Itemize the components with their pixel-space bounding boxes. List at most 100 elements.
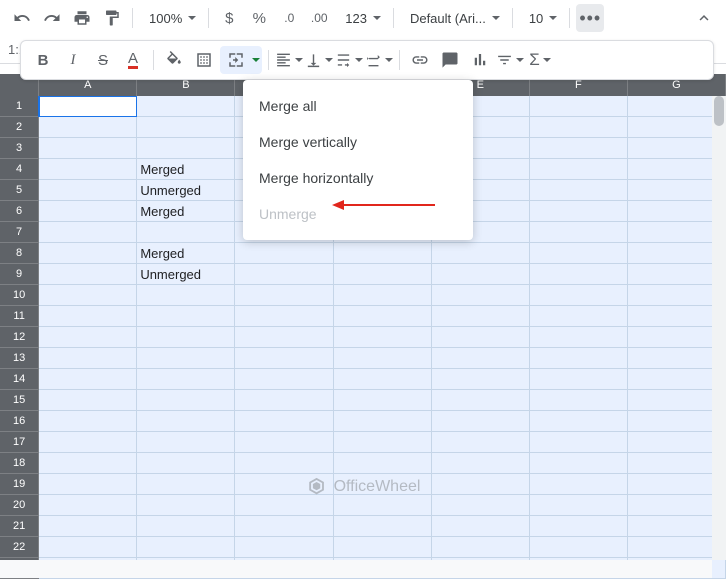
cell[interactable] [137, 537, 235, 558]
row-header[interactable]: 4 [0, 159, 39, 180]
font-size-combo[interactable]: 10 [519, 5, 563, 31]
cell[interactable] [530, 180, 628, 201]
cell[interactable] [39, 474, 137, 495]
cell[interactable] [39, 117, 137, 138]
row-header[interactable]: 10 [0, 285, 39, 306]
cell[interactable] [39, 222, 137, 243]
menu-item[interactable]: Merge horizontally [243, 160, 473, 196]
cell[interactable] [137, 453, 235, 474]
cell[interactable] [137, 348, 235, 369]
text-wrap-button[interactable] [335, 46, 363, 74]
zoom-combo[interactable]: 100% [139, 5, 202, 31]
row-header[interactable]: 5 [0, 180, 39, 201]
cell[interactable] [432, 516, 530, 537]
cell[interactable] [39, 390, 137, 411]
cell[interactable] [530, 348, 628, 369]
cell[interactable] [530, 432, 628, 453]
row-header[interactable]: 17 [0, 432, 39, 453]
cell[interactable] [432, 474, 530, 495]
row-header[interactable]: 16 [0, 411, 39, 432]
cell[interactable] [137, 474, 235, 495]
insert-comment-button[interactable] [436, 46, 464, 74]
horizontal-align-button[interactable] [275, 46, 303, 74]
cell[interactable] [432, 495, 530, 516]
cell[interactable] [235, 243, 333, 264]
cell[interactable]: Unmerged [137, 264, 235, 285]
cell[interactable] [530, 138, 628, 159]
row-header[interactable]: 11 [0, 306, 39, 327]
functions-button[interactable]: Σ [526, 46, 554, 74]
cell[interactable] [334, 264, 432, 285]
cell[interactable] [39, 96, 137, 117]
insert-chart-button[interactable] [466, 46, 494, 74]
cell[interactable] [334, 495, 432, 516]
row-header[interactable]: 19 [0, 474, 39, 495]
cell[interactable] [432, 537, 530, 558]
cell[interactable] [39, 516, 137, 537]
cell[interactable] [530, 306, 628, 327]
cell[interactable] [235, 516, 333, 537]
cell[interactable] [235, 369, 333, 390]
row-header[interactable]: 8 [0, 243, 39, 264]
increase-decimal-button[interactable]: .00 [305, 4, 333, 32]
cell[interactable] [432, 432, 530, 453]
cell[interactable] [530, 369, 628, 390]
text-color-button[interactable]: A [119, 46, 147, 74]
row-header[interactable]: 6 [0, 201, 39, 222]
cell[interactable] [432, 306, 530, 327]
merge-cells-button[interactable] [220, 46, 262, 74]
cell[interactable] [137, 138, 235, 159]
cell[interactable] [530, 474, 628, 495]
cell[interactable] [137, 96, 235, 117]
currency-button[interactable]: $ [215, 4, 243, 32]
cell[interactable] [235, 390, 333, 411]
cell[interactable] [530, 243, 628, 264]
cell[interactable] [235, 306, 333, 327]
cell[interactable] [432, 285, 530, 306]
cell[interactable] [530, 411, 628, 432]
cell[interactable] [137, 306, 235, 327]
borders-button[interactable] [190, 46, 218, 74]
cell[interactable] [39, 453, 137, 474]
undo-button[interactable] [8, 4, 36, 32]
cell[interactable] [235, 264, 333, 285]
cell[interactable] [39, 348, 137, 369]
fill-color-button[interactable] [160, 46, 188, 74]
cell[interactable] [432, 369, 530, 390]
cell[interactable] [39, 411, 137, 432]
row-header[interactable]: 2 [0, 117, 39, 138]
cell[interactable] [39, 285, 137, 306]
text-rotation-button[interactable] [365, 46, 393, 74]
cell[interactable] [137, 117, 235, 138]
cell[interactable] [530, 285, 628, 306]
cell[interactable] [137, 222, 235, 243]
cell[interactable] [235, 453, 333, 474]
scrollbar-thumb[interactable] [714, 96, 724, 126]
cell[interactable] [334, 285, 432, 306]
cell[interactable] [530, 453, 628, 474]
menu-item[interactable]: Merge all [243, 88, 473, 124]
cell[interactable] [235, 495, 333, 516]
cell[interactable] [137, 432, 235, 453]
cell[interactable] [334, 411, 432, 432]
cell[interactable] [530, 159, 628, 180]
cell[interactable]: Merged [137, 159, 235, 180]
cell[interactable] [39, 243, 137, 264]
cell[interactable] [334, 432, 432, 453]
cell[interactable] [235, 537, 333, 558]
cell[interactable] [39, 159, 137, 180]
horizontal-scrollbar[interactable] [0, 560, 712, 578]
cell[interactable] [39, 138, 137, 159]
insert-link-button[interactable] [406, 46, 434, 74]
cell[interactable] [530, 96, 628, 117]
row-header[interactable]: 7 [0, 222, 39, 243]
cell[interactable] [334, 327, 432, 348]
cell[interactable] [334, 243, 432, 264]
cell[interactable] [530, 495, 628, 516]
row-header[interactable]: 21 [0, 516, 39, 537]
paint-format-button[interactable] [98, 4, 126, 32]
cell[interactable] [530, 516, 628, 537]
bold-button[interactable]: B [29, 46, 57, 74]
print-button[interactable] [68, 4, 96, 32]
row-header[interactable]: 13 [0, 348, 39, 369]
